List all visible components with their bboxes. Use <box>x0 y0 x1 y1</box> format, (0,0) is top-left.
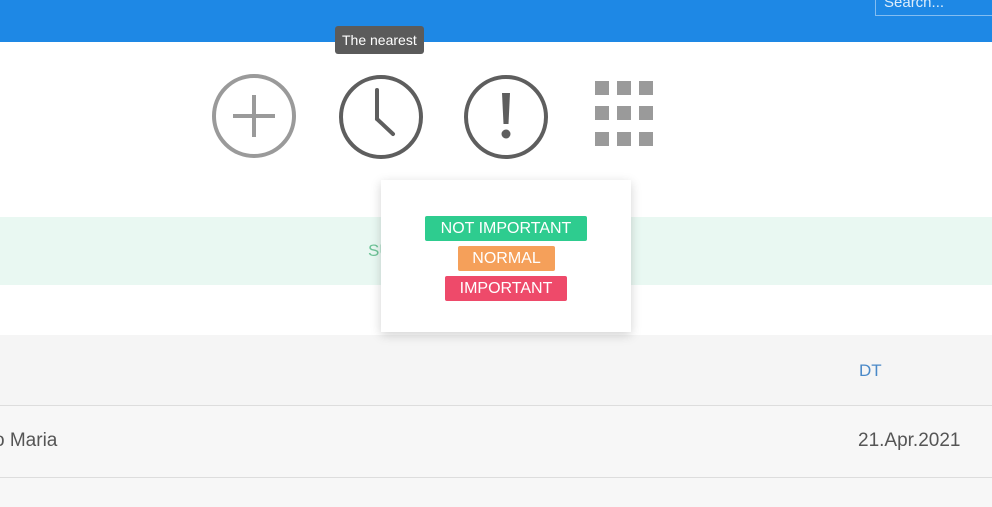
column-header-dt[interactable]: DT <box>859 361 882 381</box>
exclamation-icon <box>464 75 548 159</box>
priority-normal[interactable]: NORMAL <box>458 246 555 271</box>
table-row[interactable] <box>0 406 992 478</box>
grid-view-button[interactable] <box>595 81 663 149</box>
grid-icon <box>595 81 653 146</box>
top-bar <box>0 0 992 42</box>
add-button[interactable] <box>211 73 297 159</box>
nearest-button[interactable] <box>338 74 424 160</box>
tooltip: The nearest <box>335 26 424 54</box>
priority-important[interactable]: IMPORTANT <box>445 276 567 301</box>
priority-dropdown: NOT IMPORTANT NORMAL IMPORTANT <box>381 180 631 332</box>
cell-name: o Maria <box>0 430 58 451</box>
clock-icon <box>339 75 423 159</box>
priority-not-important[interactable]: NOT IMPORTANT <box>425 216 587 241</box>
table-header <box>0 335 992 406</box>
table-row[interactable] <box>0 478 992 507</box>
search-input[interactable] <box>875 0 992 16</box>
plus-circle-icon <box>212 74 296 158</box>
priority-button[interactable] <box>463 74 549 160</box>
cell-date: 21.Apr.2021 <box>858 430 961 451</box>
